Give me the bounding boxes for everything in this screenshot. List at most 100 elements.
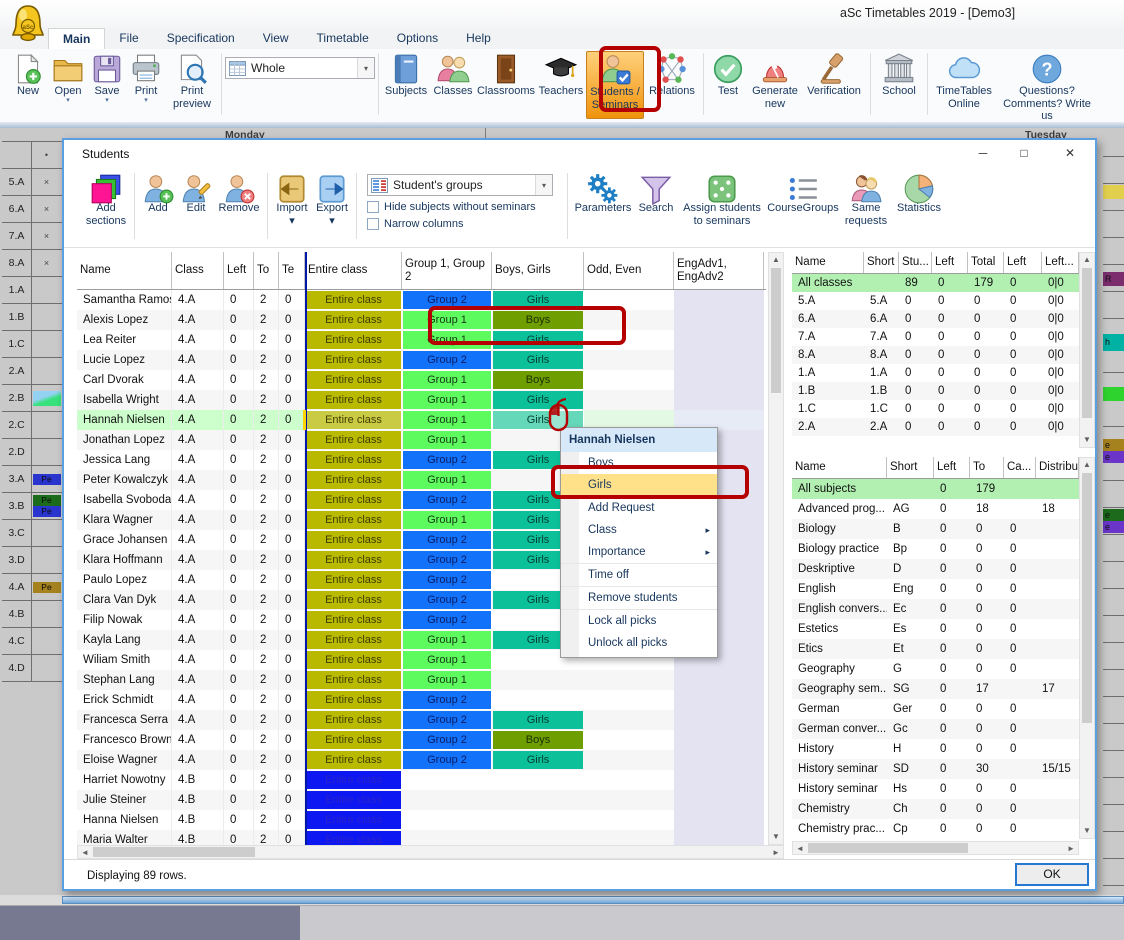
close-button[interactable]: ✕ [1056, 144, 1084, 163]
cell-engadv[interactable] [674, 670, 764, 690]
column-header-ca[interactable]: Ca... [1004, 457, 1036, 478]
teachers-button[interactable]: Teachers [536, 51, 586, 119]
cell-gender[interactable] [492, 690, 584, 710]
cell-group[interactable]: Group 2 [402, 750, 492, 770]
class-row-7-a[interactable]: 7.A× [2, 223, 62, 250]
new-button[interactable]: New [8, 51, 48, 119]
cell-engadv[interactable] [674, 810, 764, 830]
cell-entire-class[interactable]: Entire class [305, 330, 402, 350]
student-row-samantha-ramos[interactable]: Samantha Ramos4.A020Entire classGroup 2G… [77, 290, 766, 310]
cell-odd-even[interactable] [584, 350, 674, 370]
cell-odd-even[interactable] [584, 290, 674, 310]
chevron-down-icon[interactable]: ▾ [289, 215, 295, 228]
cell-group[interactable]: Group 1 [402, 430, 492, 450]
student-row-julie-steiner[interactable]: Julie Steiner4.B020Entire class [77, 790, 766, 810]
cell-entire-class[interactable]: Entire class [305, 790, 402, 810]
menu-tab-timetable[interactable]: Timetable [303, 28, 383, 49]
cell-odd-even[interactable] [584, 310, 674, 330]
subjects-horizontal-scrollbar[interactable]: ◄► [792, 841, 1079, 855]
add-button[interactable]: Add [139, 171, 177, 215]
subject-row-history-seminar-sd[interactable]: History seminarSD03015/15 [792, 759, 1079, 779]
cell-gender[interactable]: Boys [492, 310, 584, 330]
cell-entire-class[interactable]: Entire class [305, 830, 402, 845]
questions-button[interactable]: ?Questions? Comments? Write us [997, 51, 1097, 119]
cell-engadv[interactable] [674, 350, 764, 370]
cell-entire-class[interactable]: Entire class [305, 770, 402, 790]
student-row-carl-dvorak[interactable]: Carl Dvorak4.A020Entire classGroup 1Boys [77, 370, 766, 390]
remove-button[interactable]: Remove [215, 171, 263, 215]
column-header-group-1-group-2[interactable]: Group 1, Group 2 [402, 252, 492, 289]
cell-gender[interactable]: Girls [492, 750, 584, 770]
class-row-4-d[interactable]: 4.D [2, 655, 62, 682]
class-summary-row-8-a[interactable]: 8.A8.A00000|0 [792, 346, 1079, 364]
cell-group[interactable]: Group 1 [402, 470, 492, 490]
context-menu-item-remove-students[interactable]: Remove students [561, 587, 717, 609]
ok-button[interactable]: OK [1015, 863, 1089, 886]
menu-tab-help[interactable]: Help [452, 28, 505, 49]
parameters-button[interactable]: Parameters [572, 171, 634, 215]
cell-engadv[interactable] [674, 310, 764, 330]
class-row-2-a[interactable]: 2.A [2, 358, 62, 385]
cell-entire-class[interactable]: Entire class [305, 430, 402, 450]
context-menu-item-importance[interactable]: Importance▸ [561, 541, 717, 563]
cell-gender[interactable]: Girls [492, 390, 584, 410]
classes-button[interactable]: Classes [430, 51, 476, 119]
cell-entire-class[interactable]: Entire class [305, 550, 402, 570]
class-row-6-a[interactable]: 6.A× [2, 196, 62, 223]
cell-group[interactable]: Group 2 [402, 590, 492, 610]
cell-group[interactable]: Group 2 [402, 450, 492, 470]
class-row-3-c[interactable]: 3.C [2, 520, 62, 547]
menu-tab-main[interactable]: Main [48, 28, 105, 49]
cell-engadv[interactable] [674, 750, 764, 770]
class-summary-row-2-a[interactable]: 2.A2.A00000|0 [792, 418, 1079, 436]
class-row-3-a[interactable]: 3.APe [2, 466, 62, 493]
column-header-left[interactable]: Left [1004, 252, 1042, 273]
class-row-1-a[interactable]: 1.A [2, 277, 62, 304]
students-horizontal-scrollbar[interactable]: ◄► [77, 845, 784, 859]
column-header-class[interactable]: Class [172, 252, 224, 289]
cell-entire-class[interactable]: Entire class [305, 510, 402, 530]
cell-group[interactable]: Group 2 [402, 550, 492, 570]
cell-engadv[interactable] [674, 790, 764, 810]
search-button[interactable]: Search [634, 171, 678, 215]
cell-group[interactable] [402, 770, 492, 790]
chevron-down-icon[interactable]: ▾ [105, 98, 109, 104]
class-row-3-b[interactable]: 3.BPePe [2, 493, 62, 520]
menu-tab-options[interactable]: Options [383, 28, 452, 49]
cell-odd-even[interactable] [584, 790, 674, 810]
cell-entire-class[interactable]: Entire class [305, 670, 402, 690]
cell-entire-class[interactable]: Entire class [305, 470, 402, 490]
cell-group[interactable]: Group 1 [402, 510, 492, 530]
cell-odd-even[interactable] [584, 690, 674, 710]
subject-row-deskriptive-d[interactable]: DeskriptiveD000 [792, 559, 1079, 579]
column-header-name[interactable]: Name [792, 457, 887, 478]
student-row-isabella-wright[interactable]: Isabella Wright4.A020Entire classGroup 1… [77, 390, 766, 410]
print-button[interactable]: Print▾ [126, 51, 166, 119]
cell-group[interactable]: Group 2 [402, 490, 492, 510]
student-row-maria-walter[interactable]: Maria Walter4.B020Entire class [77, 830, 766, 845]
cell-entire-class[interactable]: Entire class [305, 350, 402, 370]
cell-entire-class[interactable]: Entire class [305, 590, 402, 610]
class-row-1-b[interactable]: 1.B [2, 304, 62, 331]
column-header-stu[interactable]: Stu... [899, 252, 932, 273]
cell-entire-class[interactable]: Entire class [305, 490, 402, 510]
cell-group[interactable]: Group 1 [402, 670, 492, 690]
cell-entire-class[interactable]: Entire class [305, 570, 402, 590]
menu-tab-view[interactable]: View [249, 28, 303, 49]
chevron-down-icon[interactable]: ▾ [329, 215, 335, 228]
cell-group[interactable]: Group 2 [402, 290, 492, 310]
class-summary-row-1-a[interactable]: 1.A1.A00000|0 [792, 364, 1079, 382]
class-row-2-d[interactable]: 2.D [2, 439, 62, 466]
cell-gender[interactable]: Boys [492, 730, 584, 750]
class-row-3-d[interactable]: 3.D [2, 547, 62, 574]
student-row-alexis-lopez[interactable]: Alexis Lopez4.A020Entire classGroup 1Boy… [77, 310, 766, 330]
student-row-francesca-serra[interactable]: Francesca Serra4.A020Entire classGroup 2… [77, 710, 766, 730]
cell-gender[interactable]: Boys [492, 370, 584, 390]
cell-engadv[interactable] [674, 770, 764, 790]
cell-odd-even[interactable] [584, 830, 674, 845]
chevron-down-icon[interactable]: ▾ [66, 98, 70, 104]
chevron-down-icon[interactable]: ▾ [144, 98, 148, 104]
class-row-1-c[interactable]: 1.C [2, 331, 62, 358]
subject-row-etics-et[interactable]: EticsEt000 [792, 639, 1079, 659]
relations-button[interactable]: Relations [644, 51, 700, 119]
